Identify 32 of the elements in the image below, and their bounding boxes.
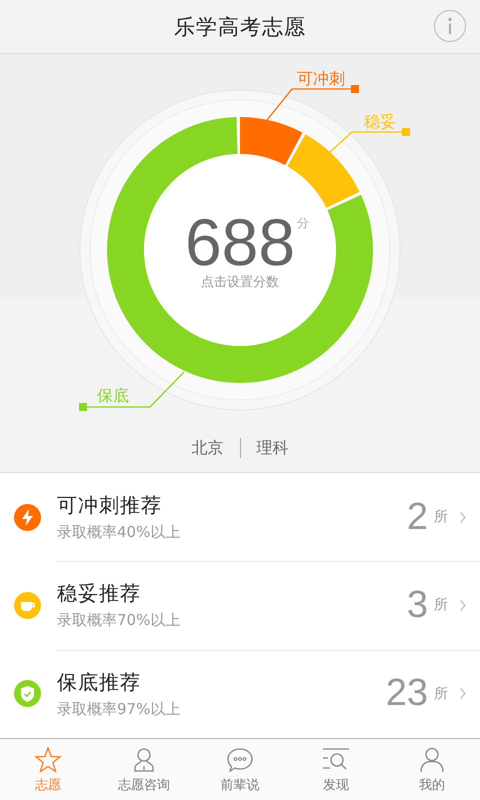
school-count: 23 [386,672,428,716]
track-label[interactable]: 理科 [256,438,288,458]
set-score-hint[interactable]: 点击设置分数 [201,275,279,290]
tab[interactable]: 志愿咨询 [96,739,192,800]
count-unit: 所 [434,596,448,614]
tab[interactable]: 我的 [384,739,480,800]
count-unit: 所 [434,684,448,703]
info-icon [447,17,453,35]
tab[interactable]: 前辈说 [192,739,288,800]
recommendation-title: 保底推荐 [57,668,142,696]
app-title: 乐学高考志愿 [174,14,306,40]
info-button[interactable] [434,10,466,42]
chevron-icon [460,512,466,523]
recommendation-title: 可冲刺推荐 [57,492,163,520]
chevron-icon [460,688,466,700]
probability-text: 录取概率97%以上 [57,700,182,719]
segment-label: 保底 [97,386,129,405]
segment-label: 稳妥 [364,112,396,131]
probability-text: 录取概率70%以上 [57,611,182,630]
chat-bubble-icon [226,746,254,774]
school-count: 2 [406,496,428,539]
segment-label: 可冲刺 [297,69,345,88]
chevron-icon [460,600,466,611]
tab[interactable]: 发现 [288,739,384,800]
person-icon [418,746,446,774]
school-count: 3 [406,584,428,627]
recommendation-title: 稳妥推荐 [57,580,142,608]
score-unit: 分 [297,216,309,230]
star-icon [34,746,62,774]
count-unit: 所 [434,508,448,526]
region-label[interactable]: 北京 [192,438,224,458]
probability-text: 录取概率40%以上 [57,523,182,542]
